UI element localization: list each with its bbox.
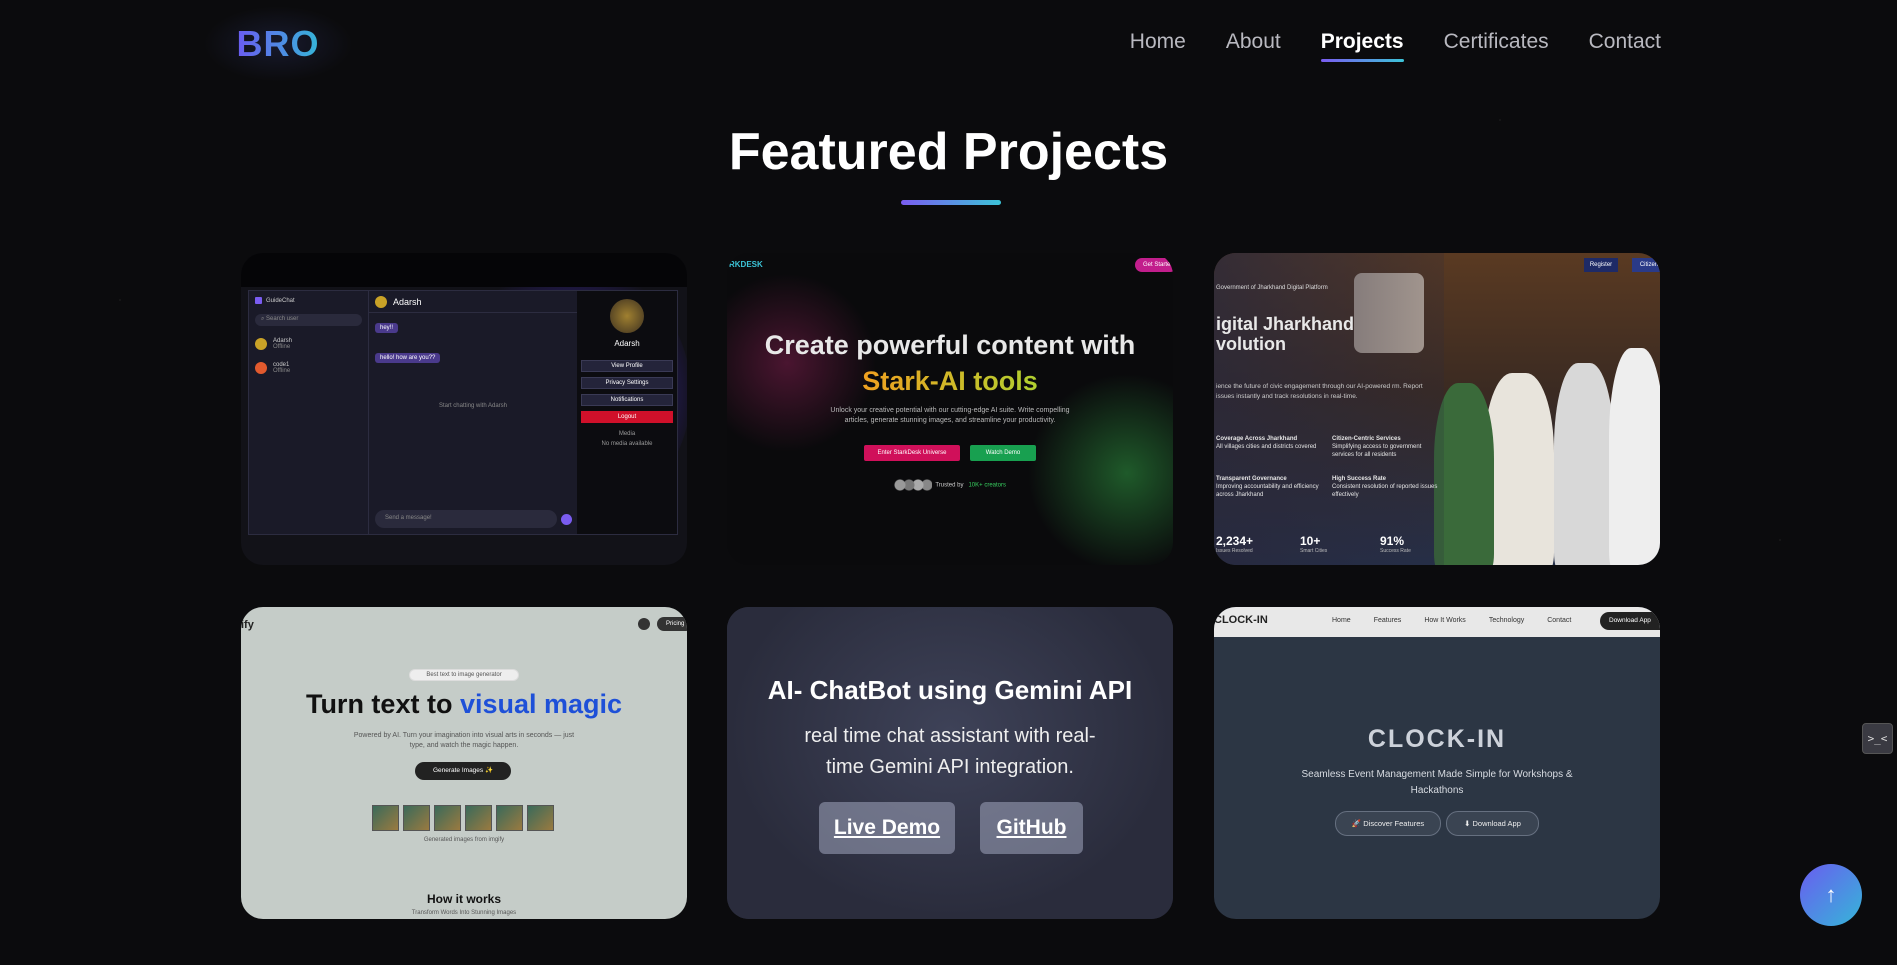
live-demo-button[interactable]: Live Demo	[819, 802, 955, 854]
nav-menu: Home About Projects Certificates Contact	[1130, 30, 1661, 62]
message-bubble: hello! how are you??	[375, 353, 441, 363]
send-icon	[561, 514, 572, 525]
scroll-to-top-button[interactable]: ↑	[1800, 864, 1862, 926]
navbar: BRO Home About Projects Certificates Con…	[0, 0, 1897, 88]
nav-certificates[interactable]: Certificates	[1444, 30, 1549, 60]
project-description: real time chat assistant with real-time …	[804, 725, 1096, 778]
user-icon	[638, 618, 650, 630]
nav-home[interactable]: Home	[1130, 30, 1186, 60]
stark-headline: Create powerful content with Stark-AI too…	[764, 330, 1136, 396]
project-title: AI- ChatBot using Gemini API	[767, 675, 1133, 705]
image-thumbnails	[372, 805, 554, 831]
project-card-stark-ai[interactable]: RKDESK Get Started Create powerful conte…	[727, 253, 1173, 565]
nav-contact[interactable]: Contact	[1589, 30, 1661, 60]
terminal-toggle-icon[interactable]: >_<	[1862, 723, 1893, 754]
message-input: Send a message!	[375, 510, 557, 528]
project-card-chat-app[interactable]: GuideChat ⌕ Search user Adarsh Offline co…	[241, 253, 687, 565]
project-card-clock-in[interactable]: CLOCK-IN Home Features How It Works Tech…	[1214, 607, 1660, 919]
avatar	[610, 299, 644, 333]
arrow-up-icon: ↑	[1825, 882, 1837, 907]
avatar-group	[893, 479, 932, 491]
search-input: ⌕ Search user	[255, 314, 362, 326]
message-bubble: hey!!	[375, 323, 399, 333]
project-card-digital-jharkhand[interactable]: Register Citizen Government of Jharkhand…	[1214, 253, 1660, 565]
list-item: Adarsh Offline	[255, 338, 362, 350]
nav-about[interactable]: About	[1226, 30, 1281, 60]
logo[interactable]: BRO	[203, 6, 353, 82]
section-title: Featured Projects	[728, 123, 1169, 181]
list-item: code1 Offline	[255, 362, 362, 374]
chat-app-screenshot: GuideChat ⌕ Search user Adarsh Offline co…	[248, 290, 678, 535]
project-card-imgify[interactable]: ify Pricing Best text to image generator…	[241, 607, 687, 919]
nav-projects[interactable]: Projects	[1320, 30, 1404, 62]
project-card-gemini-chatbot[interactable]: AI- ChatBot using Gemini API real time c…	[727, 607, 1173, 919]
title-underline	[901, 200, 1001, 205]
github-button[interactable]: GitHub	[980, 802, 1083, 854]
